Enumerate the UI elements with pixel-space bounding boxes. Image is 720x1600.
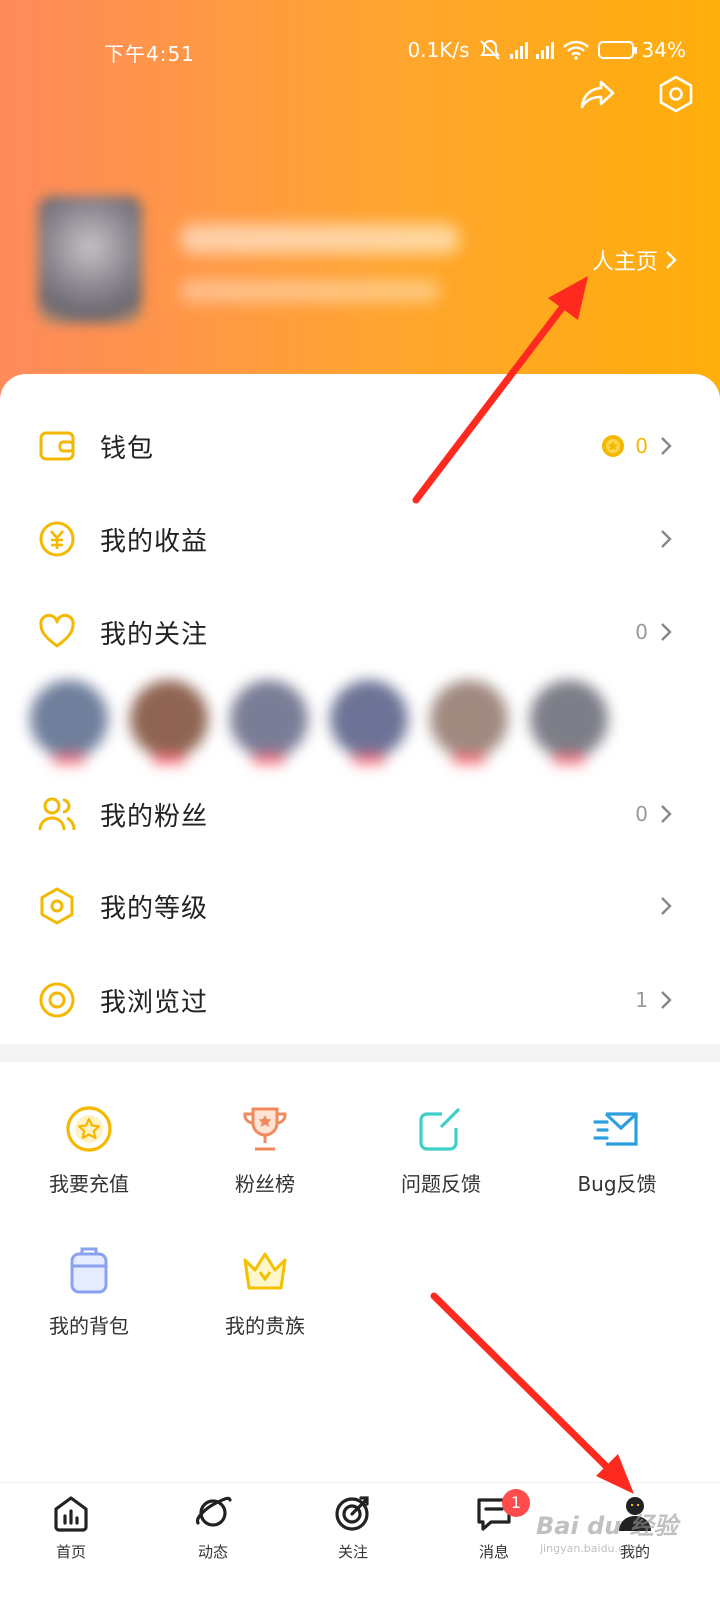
chevron-right-icon [666, 251, 677, 269]
trophy-icon [243, 1107, 287, 1151]
chevron-right-icon [661, 805, 672, 823]
status-bar: 下午4:51 0.1K/s 34% [0, 30, 720, 70]
chevron-right-icon [661, 437, 672, 455]
settings-icon[interactable] [656, 74, 696, 114]
menu-label: 我浏览过 [100, 987, 209, 1018]
personal-homepage-label: 人主页 [591, 250, 658, 275]
home-chart-icon [54, 1496, 88, 1532]
eye-icon [39, 982, 75, 1018]
grid-label: 粉丝榜 [235, 1172, 295, 1196]
menu-right [648, 528, 674, 550]
tab-label: 消息 [478, 1543, 509, 1561]
menu-right [648, 895, 674, 917]
menu-value: 0 [635, 434, 648, 458]
watermark-url: jingyan.baidu.com [540, 1542, 642, 1555]
menu-value: 0 [635, 802, 648, 826]
share-icon[interactable] [578, 74, 618, 114]
bug-report-icon [593, 1112, 638, 1146]
menu-right: 1 [635, 988, 674, 1012]
backpack-icon [70, 1247, 108, 1294]
avatar[interactable] [130, 680, 208, 764]
menu-value: 1 [635, 988, 648, 1012]
profile-subtitle-blurred [180, 280, 440, 302]
grid-label: Bug反馈 [577, 1172, 657, 1196]
edit-feedback-icon [419, 1108, 460, 1151]
menu-label: 我的收益 [100, 526, 209, 557]
grid-item-fan-ranking[interactable]: 粉丝榜 [180, 1104, 350, 1214]
battery-percent: 34% [641, 38, 686, 62]
heart-icon [39, 613, 75, 648]
grid-item-recharge[interactable]: 我要充值 [4, 1104, 174, 1214]
bottom-tab-bar: 首页 动态 关注 1 消息 我的 [0, 1482, 720, 1600]
grid-label: 我要充值 [49, 1172, 129, 1196]
network-speed: 0.1K/s [407, 38, 470, 62]
battery-icon [597, 41, 637, 59]
tab-label: 首页 [55, 1543, 86, 1561]
grid-label: 我的背包 [49, 1314, 129, 1338]
grid-label: 我的贵族 [225, 1314, 305, 1338]
wifi-icon [562, 40, 589, 60]
watermark-brand: Bai du 经验 [536, 1512, 678, 1540]
menu-item-earnings[interactable]: 我的收益 [0, 493, 720, 585]
signal-icon-2 [535, 41, 554, 59]
menu-item-wallet[interactable]: 钱包 0 [0, 400, 720, 492]
tab-label: 关注 [337, 1543, 368, 1561]
chevron-right-icon [661, 991, 672, 1009]
grid-label: 问题反馈 [401, 1172, 481, 1196]
profile-name-blurred [180, 224, 460, 254]
tab-follow[interactable]: 关注 [303, 1493, 403, 1573]
wallet-icon [39, 431, 75, 461]
menu-right: 0 [635, 802, 674, 826]
personal-homepage-link[interactable]: 人主页 [592, 244, 678, 276]
avatar[interactable] [530, 680, 608, 764]
status-time: 下午4:51 [104, 42, 195, 66]
following-avatars [20, 680, 640, 764]
grid-item-bug-report[interactable]: Bug反馈 [532, 1104, 702, 1214]
yuan-coin-icon [39, 521, 75, 557]
avatar[interactable] [30, 680, 108, 764]
avatar[interactable] [330, 680, 408, 764]
menu-label: 我的等级 [100, 893, 209, 924]
users-icon [38, 797, 76, 831]
menu-item-fans[interactable]: 我的粉丝 0 [0, 768, 720, 860]
target-icon [335, 1496, 369, 1531]
hexagon-icon [40, 887, 74, 925]
status-indicators: 0.1K/s 34% [407, 38, 686, 62]
chevron-right-icon [661, 897, 672, 915]
profile-avatar[interactable] [38, 196, 142, 324]
unread-badge: 1 [502, 1489, 530, 1517]
signal-icon-1 [509, 41, 528, 59]
grid-item-nobility[interactable]: 我的贵族 [180, 1246, 350, 1356]
coin-icon [602, 435, 625, 457]
grid-item-feedback[interactable]: 问题反馈 [356, 1104, 526, 1214]
menu-label: 我的粉丝 [100, 801, 209, 832]
menu-label: 我的关注 [100, 619, 209, 650]
tab-messages[interactable]: 1 消息 [444, 1489, 544, 1573]
tab-label: 动态 [197, 1543, 228, 1561]
section-divider [0, 1044, 720, 1062]
mute-icon [479, 39, 500, 60]
chevron-right-icon [661, 623, 672, 641]
tab-feed[interactable]: 动态 [163, 1493, 263, 1573]
menu-item-following[interactable]: 我的关注 0 [0, 586, 720, 678]
chevron-right-icon [661, 530, 672, 548]
menu-item-level[interactable]: 我的等级 [0, 860, 720, 952]
crown-icon [243, 1252, 287, 1290]
menu-value: 0 [635, 620, 648, 644]
recharge-icon [66, 1106, 112, 1152]
avatar[interactable] [430, 680, 508, 764]
menu-right: 0 [601, 434, 674, 458]
avatar[interactable] [230, 680, 308, 764]
grid-item-backpack[interactable]: 我的背包 [4, 1246, 174, 1356]
header-actions [578, 74, 696, 114]
menu-label: 钱包 [100, 433, 155, 464]
menu-item-history[interactable]: 我浏览过 1 [0, 954, 720, 1046]
menu-right: 0 [635, 620, 674, 644]
planet-icon [195, 1496, 232, 1527]
annotation-arrow-me-tab [430, 1292, 634, 1494]
tab-home[interactable]: 首页 [21, 1493, 121, 1573]
